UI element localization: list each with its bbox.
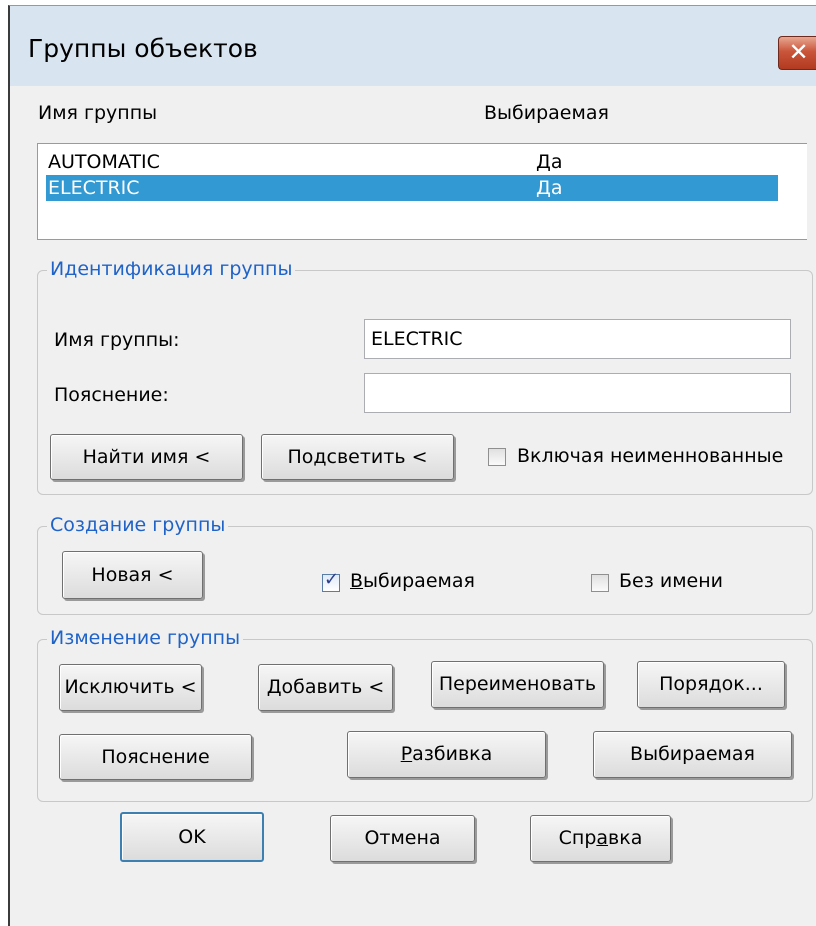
order-button[interactable]: Порядок... — [637, 661, 785, 708]
new-group-button[interactable]: Новая < — [62, 551, 203, 599]
rename-button[interactable]: Переименовать — [431, 661, 604, 708]
check-icon: ✓ — [324, 569, 340, 590]
group-name-label: Имя группы: — [54, 329, 180, 351]
selectable-checkbox[interactable]: ✓ — [322, 569, 340, 592]
column-header-selectable[interactable]: Выбираемая — [484, 102, 609, 124]
list-item-name: ELECTRIC — [48, 177, 140, 199]
group-dialog: Группы объектов ✕ Имя группы Выбираемая … — [8, 5, 816, 926]
help-button[interactable]: Справка — [530, 815, 671, 862]
close-icon[interactable]: ✕ — [778, 36, 816, 70]
selectable-label[interactable]: Выбираемая — [350, 570, 475, 592]
add-button[interactable]: Добавить < — [258, 664, 393, 711]
include-unnamed-label[interactable]: Включая неименнованные — [517, 445, 783, 467]
explode-button[interactable]: Разбивка — [347, 731, 546, 778]
description-label: Пояснение: — [54, 384, 169, 406]
find-name-button[interactable]: Найти имя < — [50, 434, 243, 480]
change-legend: Изменение группы — [47, 627, 244, 649]
list-item-selected[interactable]: ELECTRIC Да — [46, 175, 778, 201]
create-legend: Создание группы — [47, 514, 229, 536]
dialog-title: Группы объектов — [28, 34, 258, 63]
list-item-name: AUTOMATIC — [48, 151, 160, 173]
include-unnamed-checkbox[interactable] — [488, 448, 506, 466]
group-list[interactable]: AUTOMATIC Да ELECTRIC Да — [37, 143, 807, 240]
identification-legend: Идентификация группы — [47, 258, 296, 280]
list-item-selectable: Да — [536, 177, 563, 199]
unnamed-label[interactable]: Без имени — [619, 570, 723, 592]
highlight-button[interactable]: Подсветить < — [261, 434, 454, 480]
title-bar[interactable]: Группы объектов ✕ — [10, 6, 816, 86]
cancel-button[interactable]: Отмена — [330, 815, 475, 862]
list-item-selectable: Да — [536, 151, 563, 173]
group-name-field[interactable]: ELECTRIC — [364, 319, 791, 359]
remove-button[interactable]: Исключить < — [59, 664, 202, 711]
unnamed-checkbox[interactable] — [591, 574, 609, 592]
description-field[interactable] — [364, 373, 791, 413]
list-item[interactable]: AUTOMATIC Да — [46, 149, 778, 175]
ok-button[interactable]: OK — [120, 812, 264, 862]
dialog-body: Имя группы Выбираемая AUTOMATIC Да ELECT… — [10, 86, 816, 926]
column-header-group-name[interactable]: Имя группы — [38, 102, 157, 124]
description-button[interactable]: Пояснение — [59, 734, 252, 780]
selectable-toggle-button[interactable]: Выбираемая — [593, 731, 792, 778]
